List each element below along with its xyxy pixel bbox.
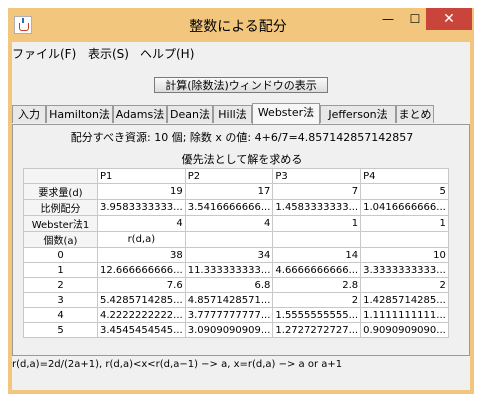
table-cell[interactable]	[360, 231, 449, 248]
tab-jefferson[interactable]: Jefferson法	[320, 105, 396, 123]
table-cell[interactable]: 4.6666666666...	[272, 262, 362, 278]
tab-adams[interactable]: Adams法	[113, 105, 167, 123]
table-cell[interactable]: 0.9090909090...	[360, 322, 449, 338]
table-row: 3 5.4285714285... 4.8571428571... 2 1.42…	[23, 292, 449, 308]
row-label: 2	[23, 277, 98, 293]
table-cell[interactable]: 4.8571428571...	[184, 292, 274, 308]
table-cell[interactable]: 3.9583333333...	[97, 199, 186, 216]
table-cell[interactable]: 4.2222222222...	[97, 307, 186, 323]
table-cell[interactable]: 4	[97, 215, 186, 232]
table-cell[interactable]: r(d,a)	[97, 231, 186, 248]
table-cell[interactable]: 3.5416666666...	[184, 199, 274, 216]
table-cell[interactable]: 3.0909090909...	[184, 322, 274, 338]
table-cell[interactable]: 38	[97, 247, 186, 263]
row-label: 個数(a)	[23, 231, 98, 248]
tab-webster[interactable]: Webster法	[252, 103, 320, 124]
menu-file[interactable]: ファイル(F)	[12, 45, 76, 62]
header-p4: P4	[360, 168, 449, 184]
table-row: 2 7.6 6.8 2.8 2	[23, 277, 449, 293]
webster-panel: 配分すべき資源: 10 個; 除数 x の値: 4+6/7=4.85714285…	[12, 124, 470, 356]
row-label: 4	[23, 307, 98, 323]
table-row: 0 38 34 14 10	[23, 247, 449, 263]
table-row: 要求量(d) 19 17 7 5	[23, 183, 449, 200]
resource-info: 配分すべき資源: 10 個; 除数 x の値: 4+6/7=4.85714285…	[70, 131, 414, 144]
window-title: 整数による配分	[189, 19, 287, 35]
row-label: 0	[23, 247, 98, 263]
menu-view[interactable]: 表示(S)	[88, 45, 129, 62]
table-cell[interactable]: 34	[184, 247, 274, 263]
tab-hamilton[interactable]: Hamilton法	[46, 105, 113, 123]
table-cell[interactable]: 1	[272, 215, 362, 232]
menu-help[interactable]: ヘルプ(H)	[140, 45, 194, 62]
minimize-button[interactable]: —	[374, 8, 402, 30]
status-formula: r(d,a)=2d/(2a+1), r(d,a)<x<r(d,a−1) −> a…	[12, 356, 470, 374]
table-cell[interactable]: 1.1111111111...	[360, 307, 449, 323]
table-row: 5 3.4545454545... 3.0909090909... 1.2727…	[23, 322, 449, 338]
header-p3: P3	[272, 168, 362, 184]
table-cell[interactable]: 1	[360, 215, 449, 232]
close-button[interactable]: ✕	[426, 8, 472, 30]
table-cell[interactable]: 2	[272, 292, 362, 308]
table-cell[interactable]: 6.8	[184, 277, 274, 293]
table-cell[interactable]: 1.5555555555...	[272, 307, 362, 323]
row-label: 3	[23, 292, 98, 308]
table-cell[interactable]: 7	[272, 183, 362, 200]
show-calc-window-button[interactable]: 計算(除数法)ウィンドウの表示	[154, 77, 328, 93]
results-table: P1 P2 P3 P4 要求量(d) 19 17 7 5 比例配分 3.9583…	[23, 168, 449, 338]
java-cup-icon	[14, 16, 32, 34]
table-cell[interactable]: 14	[272, 247, 362, 263]
row-label: 要求量(d)	[23, 183, 98, 200]
row-label: 5	[23, 322, 98, 338]
table-cell[interactable]: 5.4285714285...	[97, 292, 186, 308]
table-cell[interactable]: 3.7777777777...	[184, 307, 274, 323]
header-p2: P2	[184, 168, 274, 184]
header-corner	[23, 168, 98, 184]
tab-dean[interactable]: Dean法	[167, 105, 213, 123]
table-cell[interactable]: 3.3333333333...	[360, 262, 449, 278]
table-row: 1 12.666666666... 11.333333333... 4.6666…	[23, 262, 449, 278]
tab-hill[interactable]: Hill法	[213, 105, 252, 123]
table-cell[interactable]: 1.0416666666...	[360, 199, 449, 216]
table-cell[interactable]	[184, 231, 274, 248]
client-area: ファイル(F) 表示(S) ヘルプ(H) 計算(除数法)ウィンドウの表示 入力 …	[12, 42, 470, 390]
table-row: 個数(a) r(d,a)	[23, 231, 449, 248]
table-row: Webster法1 4 4 1 1	[23, 215, 449, 232]
table-cell[interactable]: 12.666666666...	[97, 262, 186, 278]
table-cell[interactable]: 1.4285714285...	[360, 292, 449, 308]
tab-summary[interactable]: まとめ	[396, 105, 434, 123]
table-cell[interactable]: 19	[97, 183, 186, 200]
table-cell[interactable]: 3.4545454545...	[97, 322, 186, 338]
tab-bar: 入力 Hamilton法 Adams法 Dean法 Hill法 Webster法…	[12, 103, 470, 124]
app-window: 整数による配分 — ☐ ✕ ファイル(F) 表示(S) ヘルプ(H) 計算(除数…	[8, 8, 474, 394]
table-row: 比例配分 3.9583333333... 3.5416666666... 1.4…	[23, 199, 449, 216]
table-cell[interactable]	[272, 231, 362, 248]
table-cell[interactable]: 7.6	[97, 277, 186, 293]
tab-input[interactable]: 入力	[12, 105, 46, 123]
header-p1: P1	[97, 168, 186, 184]
table-header-row: P1 P2 P3 P4	[23, 168, 449, 184]
table-cell[interactable]: 2.8	[272, 277, 362, 293]
row-label: 比例配分	[23, 199, 98, 216]
table-cell[interactable]: 1.4583333333...	[272, 199, 362, 216]
table-row: 4 4.2222222222... 3.7777777777... 1.5555…	[23, 307, 449, 323]
table-cell[interactable]: 10	[360, 247, 449, 263]
row-label: 1	[23, 262, 98, 278]
table-cell[interactable]: 11.333333333...	[184, 262, 274, 278]
menu-bar: ファイル(F) 表示(S) ヘルプ(H)	[12, 42, 470, 62]
table-cell[interactable]: 2	[360, 277, 449, 293]
preference-label: 優先法として解を求める	[181, 153, 303, 166]
table-cell[interactable]: 1.2727272727...	[272, 322, 362, 338]
table-cell[interactable]: 5	[360, 183, 449, 200]
row-label: Webster法1	[23, 215, 98, 232]
title-bar: 整数による配分 — ☐ ✕	[8, 8, 474, 42]
table-cell[interactable]: 17	[184, 183, 274, 200]
table-cell[interactable]: 4	[184, 215, 274, 232]
maximize-button[interactable]: ☐	[402, 8, 428, 30]
